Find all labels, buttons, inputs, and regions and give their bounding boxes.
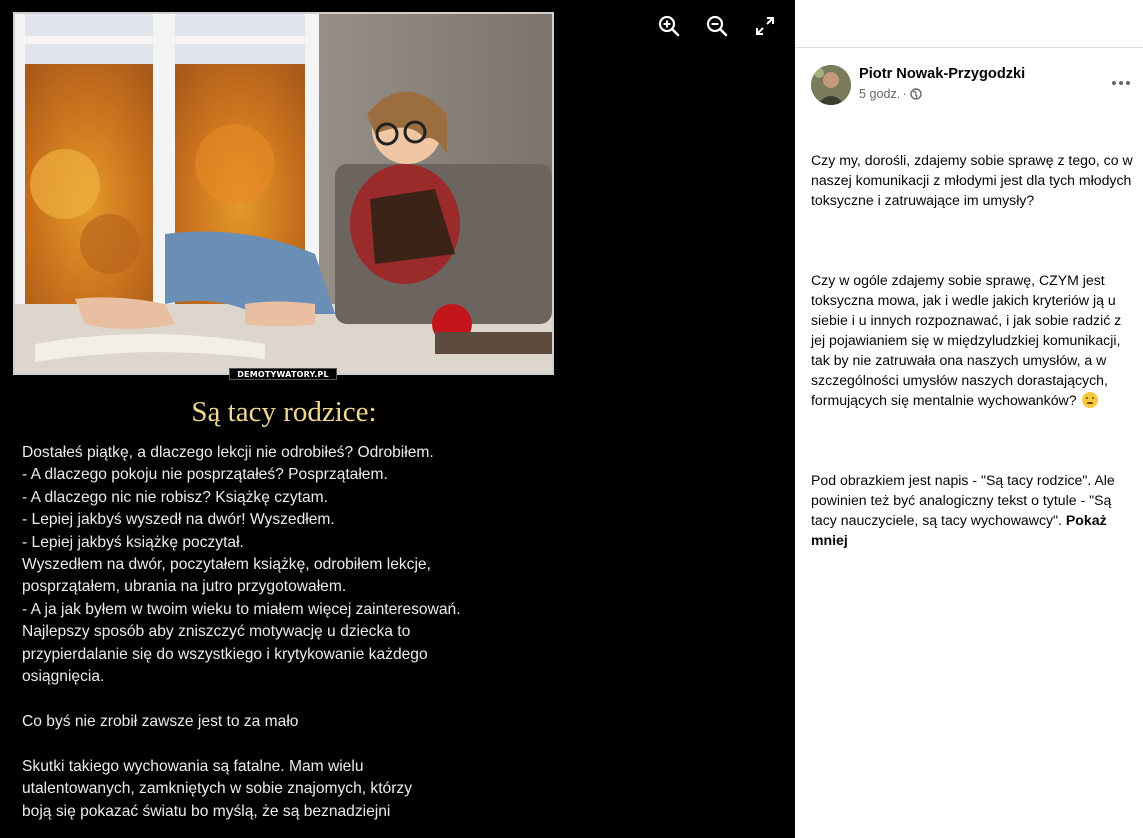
zoom-in-icon[interactable] — [657, 14, 681, 38]
demotivator-photo — [13, 12, 554, 375]
thinking-face-emoji-icon — [1082, 392, 1099, 408]
avatar[interactable] — [811, 65, 851, 105]
post-panel: Piotr Nowak-Przygodzki 5 godz. · Czy my,… — [795, 0, 1143, 838]
more-options-button[interactable] — [1109, 73, 1133, 93]
fullscreen-icon[interactable] — [753, 14, 777, 38]
post-paragraph-with-emoji: Czy w ogóle zdajemy sobie sprawę, CZYM j… — [811, 270, 1137, 410]
girl-reading-illustration — [15, 14, 552, 373]
post-paragraph-last: Pod obrazkiem jest napis - "Są tacy rodz… — [811, 470, 1137, 550]
post-meta: 5 godz. · — [859, 87, 922, 101]
photo-viewer: DEMOTYWATORY.PL Są tacy rodzice: Dostałe… — [0, 0, 795, 838]
zoom-out-icon[interactable] — [705, 14, 729, 38]
meta-separator: · — [902, 87, 907, 101]
post-header: Piotr Nowak-Przygodzki 5 godz. · — [811, 65, 1133, 107]
more-horizontal-icon — [1112, 81, 1130, 85]
watermark: DEMOTYWATORY.PL — [229, 368, 337, 380]
post-text: Czy my, dorośli, zdajemy sobie sprawę z … — [811, 110, 1137, 590]
panel-top-bar — [795, 0, 1143, 48]
demotivator-title: Są tacy rodzice: — [191, 396, 377, 428]
demotivator-body: Dostałeś piątkę, a dlaczego lekcji nie o… — [22, 444, 461, 820]
author-name[interactable]: Piotr Nowak-Przygodzki — [859, 66, 1025, 82]
post-time[interactable]: 5 godz. — [859, 87, 900, 101]
post-paragraph: Czy my, dorośli, zdajemy sobie sprawę z … — [811, 152, 1137, 208]
post-paragraph: Czy w ogóle zdajemy sobie sprawę, CZYM j… — [811, 272, 1126, 408]
globe-icon — [909, 88, 922, 100]
